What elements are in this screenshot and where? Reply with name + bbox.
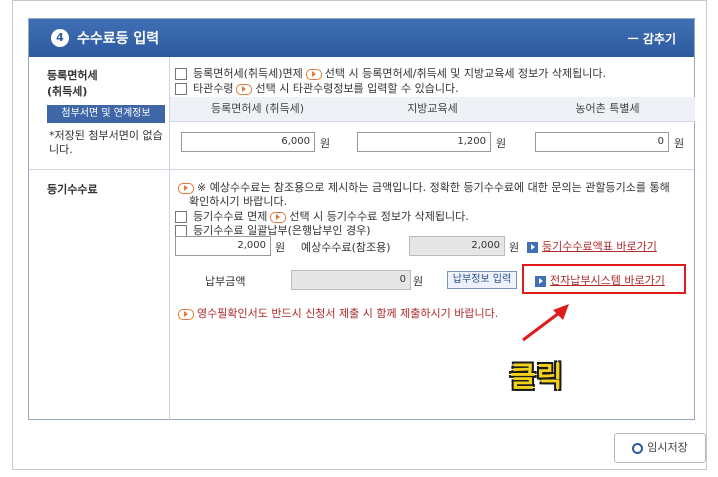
red-arrow-icon [522,304,569,342]
won-unit: 원 [509,241,520,254]
attachment-linkage-button[interactable]: 첨부서면 및 연계정보 [47,105,165,123]
tax-exempt-row: 등록면허세(취득세)면제 선택 시 등록면허세/취득세 및 지방교육세 정보가 삭… [175,65,606,81]
tax-exempt-checkbox[interactable] [175,68,187,80]
arrow-icon [236,83,253,95]
registration-fee-label: 등기수수료 [47,183,98,196]
other-office-label: 타관수령 [193,82,234,95]
arrow-icon [270,211,287,223]
panel-title: 수수료등 입력 [77,31,160,47]
fee-table-link[interactable]: 등기수수료액표 바로가기 [542,240,657,253]
col-rural-tax: 농어촌 특별세 [520,97,695,122]
collapse-button[interactable]: ㅡ 감추기 [628,30,676,47]
tax-exempt-label: 등록면허세(취득세)면제 [193,67,303,80]
other-office-checkbox[interactable] [175,83,187,95]
arrow-icon [305,68,322,80]
fee-notice-cont: 확인하시기 바랍니다. [189,195,288,208]
column-divider [169,57,170,421]
save-icon [632,442,644,454]
registration-tax-label: 등록면허세 [47,69,98,82]
click-annotation: 클릭 [510,360,564,393]
payment-info-button[interactable]: 납부정보 입력 [447,271,517,289]
won-unit: 원 [413,275,424,288]
receipt-note-text: 영수필확인서도 반드시 신청서 제출 시 함께 제출하시기 바랍니다. [197,307,499,320]
payment-amount-input: 0 [291,270,411,290]
highlight-box [522,264,686,294]
won-unit: 원 [320,137,331,150]
payment-amount-label: 납부금액 [205,275,246,288]
arrow-icon [178,182,194,194]
won-unit: 원 [275,241,286,254]
won-unit: 원 [674,137,685,150]
temp-save-label: 임시저장 [647,441,688,454]
temp-save-button[interactable]: 임시저장 [614,433,706,463]
rural-tax-input[interactable]: 0 [535,132,669,152]
col-registration-tax: 등록면허세 (취득세) [170,97,345,122]
expected-fee-input: 2,000 [409,236,505,256]
section-number-badge: 4 [51,29,69,47]
fee-amount-input[interactable]: 2,000 [175,236,271,256]
education-tax-input[interactable]: 1,200 [357,132,491,152]
fee-table-link-wrap[interactable]: 등기수수료액표 바로가기 [527,238,657,254]
go-arrow-icon [527,241,538,253]
won-unit: 원 [496,137,507,150]
acquisition-tax-label: (취득세) [47,85,88,98]
fee-input-panel: 4 수수료등 입력 ㅡ 감추기 등록면허세 (취득세) 첨부서면 및 연계정보 … [28,18,695,421]
other-office-row: 타관수령 선택 시 타관수령정보를 입력할 수 있습니다. [175,80,459,96]
tax-exempt-hint: 선택 시 등록면허세/취득세 및 지방교육세 정보가 삭제됩니다. [324,67,606,80]
col-education-tax: 지방교육세 [345,97,520,122]
panel-header: 4 수수료등 입력 ㅡ 감추기 [29,19,694,57]
no-attachment-note: *저장된 첨부서면이 없습니다. [49,129,163,156]
arrow-icon [178,308,194,320]
registration-tax-input[interactable]: 6,000 [181,132,315,152]
receipt-note: 영수필확인서도 반드시 신청서 제출 시 함께 제출하시기 바랍니다. [175,305,498,321]
registration-tax-section: 등록면허세 (취득세) 첨부서면 및 연계정보 *저장된 첨부서면이 없습니다.… [29,57,695,170]
other-office-hint: 선택 시 타관수령정보를 입력할 수 있습니다. [255,82,459,95]
expected-fee-label: 예상수수료(참조용) [301,241,391,254]
